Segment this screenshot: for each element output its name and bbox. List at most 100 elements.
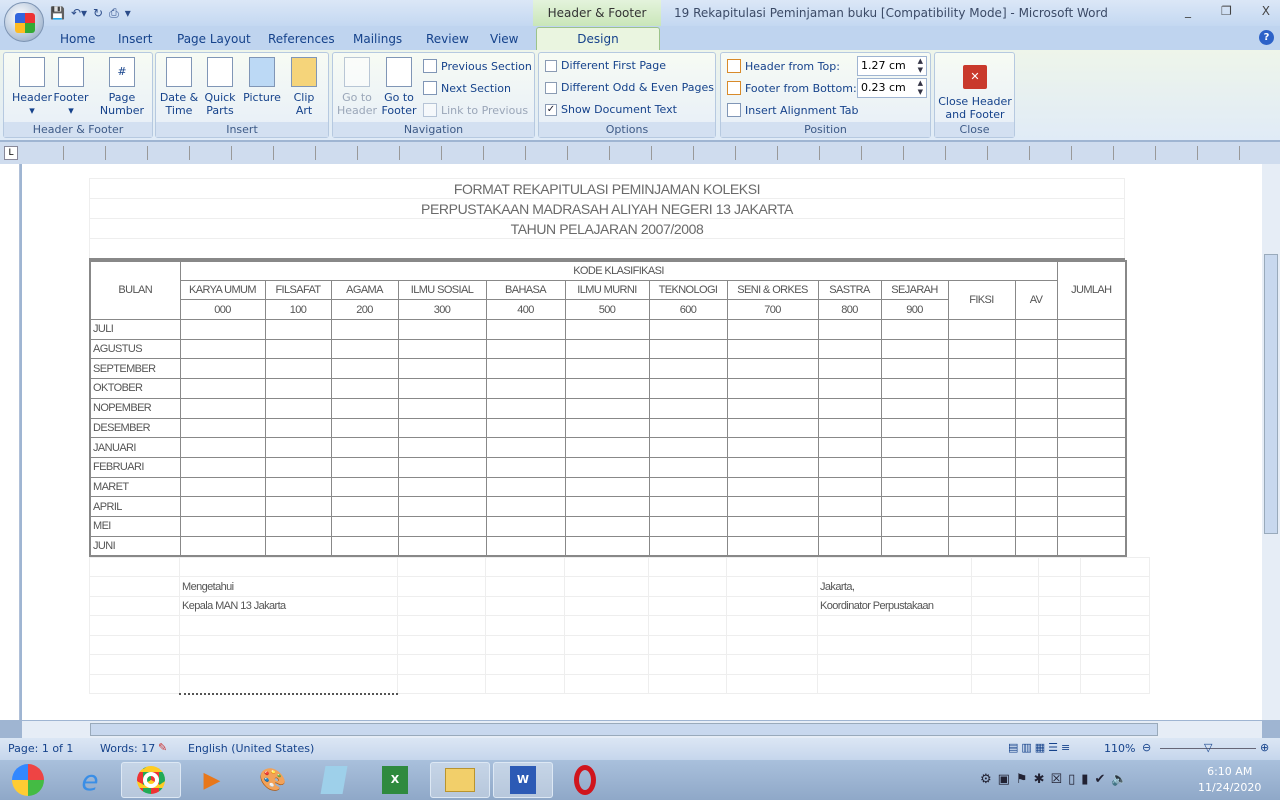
data-cell[interactable] — [880, 319, 949, 340]
excel-icon[interactable]: X — [365, 762, 425, 798]
month-cell[interactable]: SEPTEMBER — [89, 358, 181, 380]
ie-icon[interactable]: e — [60, 762, 120, 798]
data-cell[interactable] — [179, 417, 266, 439]
data-cell[interactable] — [564, 338, 650, 360]
word-count[interactable]: Words: 17 — [100, 742, 155, 755]
data-cell[interactable] — [564, 535, 650, 557]
data-cell[interactable] — [947, 338, 1016, 360]
data-cell[interactable] — [648, 397, 728, 419]
data-cell[interactable] — [179, 397, 266, 419]
insert-alignment-tab-button[interactable]: Insert Alignment Tab — [727, 103, 859, 117]
data-cell[interactable] — [726, 496, 819, 517]
data-cell[interactable] — [485, 456, 566, 478]
page-count[interactable]: Page: 1 of 1 — [8, 742, 73, 755]
data-cell[interactable] — [485, 338, 566, 360]
data-cell[interactable] — [485, 437, 566, 458]
tab-review[interactable]: Review — [426, 32, 469, 46]
data-cell[interactable] — [648, 319, 728, 340]
data-cell[interactable] — [564, 378, 650, 399]
month-cell[interactable]: DESEMBER — [89, 417, 181, 439]
previous-section-button[interactable]: Previous Section — [423, 59, 532, 73]
language[interactable]: English (United States) — [188, 742, 314, 755]
data-cell[interactable] — [1056, 476, 1127, 498]
data-cell[interactable] — [485, 476, 566, 498]
month-cell[interactable]: JULI — [89, 319, 181, 340]
data-cell[interactable] — [264, 358, 332, 380]
data-cell[interactable] — [397, 535, 487, 557]
data-cell[interactable] — [485, 515, 566, 537]
data-cell[interactable] — [880, 397, 949, 419]
month-cell[interactable]: APRIL — [89, 496, 181, 517]
data-cell[interactable] — [880, 338, 949, 360]
link-to-previous-button[interactable]: Link to Previous — [423, 103, 528, 117]
start-button[interactable] — [0, 762, 56, 798]
data-cell[interactable] — [648, 476, 728, 498]
data-cell[interactable] — [880, 515, 949, 537]
data-cell[interactable] — [330, 417, 399, 439]
data-cell[interactable] — [485, 496, 566, 517]
chrome-icon[interactable] — [121, 762, 181, 798]
data-cell[interactable] — [1014, 515, 1058, 537]
data-cell[interactable] — [648, 378, 728, 399]
clock[interactable]: 6:10 AM 11/24/2020 — [1198, 764, 1261, 796]
data-cell[interactable] — [485, 417, 566, 439]
data-cell[interactable] — [397, 515, 487, 537]
month-cell[interactable]: NOPEMBER — [89, 397, 181, 419]
show-document-text-checkbox[interactable]: ✓ Show Document Text — [545, 103, 677, 116]
data-cell[interactable] — [564, 319, 650, 340]
data-cell[interactable] — [1014, 358, 1058, 380]
data-cell[interactable] — [264, 456, 332, 478]
opera-icon[interactable] — [555, 762, 615, 798]
data-cell[interactable] — [330, 319, 399, 340]
vertical-ruler[interactable] — [0, 164, 20, 720]
data-cell[interactable] — [726, 476, 819, 498]
next-section-button[interactable]: Next Section — [423, 81, 511, 95]
horizontal-scroll-thumb[interactable] — [90, 723, 1158, 736]
data-cell[interactable] — [648, 496, 728, 517]
data-cell[interactable] — [817, 358, 882, 380]
close-header-footer-button[interactable]: ✕ Close Header and Footer — [937, 57, 1013, 121]
data-cell[interactable] — [1014, 397, 1058, 419]
quick-parts-button[interactable]: Quick Parts — [200, 57, 240, 117]
data-cell[interactable] — [947, 397, 1016, 419]
data-cell[interactable] — [1056, 358, 1127, 380]
data-cell[interactable] — [947, 417, 1016, 439]
data-cell[interactable] — [1056, 496, 1127, 517]
data-cell[interactable] — [817, 417, 882, 439]
data-cell[interactable] — [330, 397, 399, 419]
data-cell[interactable] — [264, 338, 332, 360]
data-cell[interactable] — [330, 358, 399, 380]
paint-icon[interactable]: 🎨 — [243, 762, 303, 798]
data-cell[interactable] — [264, 397, 332, 419]
data-cell[interactable] — [485, 319, 566, 340]
tab-page-layout[interactable]: Page Layout — [177, 32, 251, 46]
data-cell[interactable] — [880, 437, 949, 458]
undo-icon[interactable]: ↶▾ — [71, 6, 87, 20]
data-cell[interactable] — [179, 535, 266, 557]
month-cell[interactable]: JANUARI — [89, 437, 181, 458]
data-cell[interactable] — [330, 496, 399, 517]
data-cell[interactable] — [564, 476, 650, 498]
tab-design[interactable]: Design — [536, 27, 660, 51]
data-cell[interactable] — [726, 397, 819, 419]
data-cell[interactable] — [485, 358, 566, 380]
data-cell[interactable] — [330, 338, 399, 360]
data-cell[interactable] — [880, 535, 949, 557]
data-cell[interactable] — [1014, 456, 1058, 478]
data-cell[interactable] — [947, 476, 1016, 498]
month-cell[interactable]: FEBRUARI — [89, 456, 181, 478]
data-cell[interactable] — [726, 338, 819, 360]
tab-home[interactable]: Home — [60, 32, 95, 46]
data-cell[interactable] — [817, 378, 882, 399]
data-cell[interactable] — [564, 515, 650, 537]
data-cell[interactable] — [817, 456, 882, 478]
data-cell[interactable] — [648, 535, 728, 557]
header-from-top-input[interactable]: 1.27 cm ▲ ▼ — [857, 56, 927, 76]
data-cell[interactable] — [330, 378, 399, 399]
vertical-scroll-thumb[interactable] — [1264, 254, 1278, 534]
media-player-icon[interactable]: ▶ — [182, 762, 242, 798]
data-cell[interactable] — [880, 496, 949, 517]
data-cell[interactable] — [330, 535, 399, 557]
data-cell[interactable] — [726, 535, 819, 557]
date-time-button[interactable]: Date & Time — [158, 57, 200, 117]
